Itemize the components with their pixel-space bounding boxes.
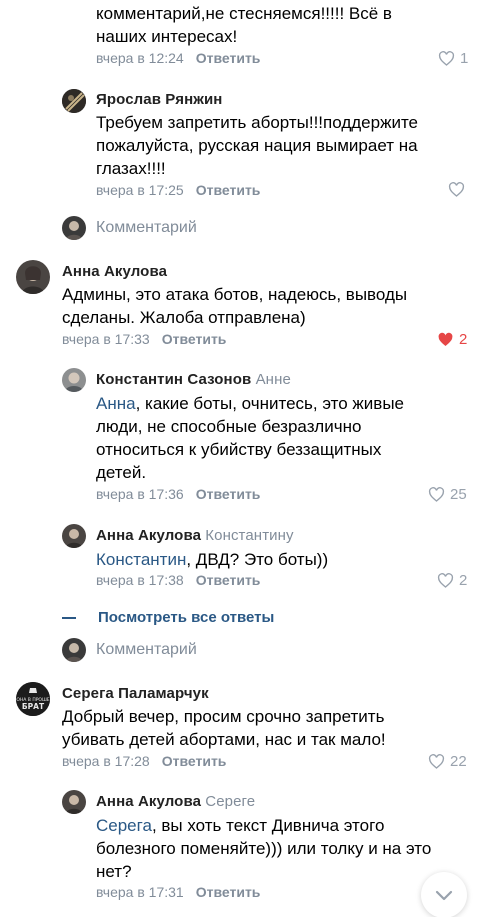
comment-time: вчера в 17:36	[96, 486, 184, 502]
heart-icon	[438, 51, 455, 66]
comment-author[interactable]: Анна Акулова	[62, 263, 167, 280]
comment-meta: вчера в 12:24 Ответить	[96, 50, 260, 66]
like-count: 25	[450, 486, 467, 503]
like-count: 22	[450, 753, 467, 770]
like-count: 2	[459, 572, 468, 589]
comment-meta: вчера в 17:36 Ответить	[96, 486, 260, 502]
like-count: 2	[459, 331, 468, 348]
comment-time: вчера в 17:38	[96, 572, 184, 588]
comment-author: Анна Акулова Сереге	[96, 793, 255, 810]
like-button[interactable]: 2	[437, 331, 467, 348]
chevron-down-icon	[435, 890, 453, 900]
comment-meta: вчера в 17:25 Ответить	[96, 182, 260, 198]
reply-to[interactable]: Константину	[205, 527, 293, 544]
reply-input[interactable]: Комментарий	[62, 638, 197, 662]
avatar[interactable]	[16, 260, 50, 294]
comment-meta: вчера в 17:31 Ответить	[96, 884, 260, 900]
comment-author: Константин Сазонов Анне	[96, 371, 291, 388]
reply-button[interactable]: Ответить	[196, 572, 261, 588]
comment-text: Требуем запретить аборты!!!поддержите по…	[96, 113, 418, 178]
reply-button[interactable]: Ответить	[196, 50, 261, 66]
mention-link[interactable]: Серега	[96, 816, 152, 835]
like-button[interactable]: 2	[437, 572, 467, 589]
heart-icon	[437, 573, 454, 588]
comment-text: комментарий,не стесняемся!!!!! Всё в наш…	[96, 4, 392, 46]
heart-icon	[428, 754, 445, 769]
comment-text: Константин, ДВД? Это боты))	[96, 550, 329, 569]
show-all-replies-button[interactable]: Посмотреть все ответы	[62, 609, 274, 626]
avatar[interactable]	[62, 368, 86, 392]
own-avatar	[62, 638, 86, 662]
avatar-image	[62, 89, 86, 113]
author-name[interactable]: Константин Сазонов	[96, 371, 251, 388]
comment-meta: вчера в 17:28 Ответить	[62, 753, 226, 769]
reply-button[interactable]: Ответить	[162, 331, 227, 347]
author-name[interactable]: Анна Акулова	[96, 527, 201, 544]
comment-time: вчера в 17:25	[96, 182, 184, 198]
comment-time: вчера в 17:28	[62, 753, 150, 769]
comment-text: Добрый вечер, просим срочно запретить уб…	[62, 707, 386, 749]
reply-input-placeholder: Комментарий	[96, 641, 197, 658]
reply-input-placeholder: Комментарий	[96, 219, 197, 236]
dash-icon	[62, 616, 76, 619]
comment-author[interactable]: Ярослав Рянжин	[96, 91, 222, 108]
author-name[interactable]: Анна Акулова	[96, 793, 201, 810]
own-avatar	[62, 216, 86, 240]
avatar[interactable]	[62, 790, 86, 814]
reply-button[interactable]: Ответить	[162, 753, 227, 769]
like-button[interactable]: 25	[428, 486, 467, 503]
heart-icon	[428, 487, 445, 502]
avatar[interactable]	[62, 524, 86, 548]
heart-icon	[438, 332, 453, 346]
reply-to[interactable]: Анне	[256, 371, 291, 388]
avatar-logo-text: БРАТ	[22, 702, 45, 711]
comment-author: Анна Акулова Константину	[96, 527, 294, 544]
show-all-replies-label: Посмотреть все ответы	[98, 609, 275, 626]
like-count: 1	[460, 50, 469, 67]
mention-link[interactable]: Константин	[96, 550, 186, 569]
like-button[interactable]: 1	[438, 50, 468, 67]
avatar[interactable]	[62, 89, 86, 113]
comment-author[interactable]: Серега Паламарчук	[62, 685, 209, 702]
like-button[interactable]: 22	[428, 753, 467, 770]
comment-text: Админы, это атака ботов, надеюсь, выводы…	[62, 285, 408, 327]
comment-meta: вчера в 17:33 Ответить	[62, 331, 226, 347]
reply-to[interactable]: Сереге	[205, 793, 255, 810]
scroll-down-button[interactable]	[421, 872, 467, 917]
comment-meta: вчера в 17:38 Ответить	[96, 572, 260, 588]
mention-link[interactable]: Анна	[96, 394, 136, 413]
heart-icon	[448, 182, 465, 197]
like-button[interactable]	[448, 182, 465, 197]
reply-button[interactable]: Ответить	[196, 486, 261, 502]
reply-input[interactable]: Комментарий	[62, 216, 197, 240]
avatar[interactable]: ОНА В ПРОШЕ БРАТ	[16, 682, 50, 716]
comment-time: вчера в 17:33	[62, 331, 150, 347]
comment-text: Анна, какие боты, очнитесь, это живые лю…	[96, 394, 404, 482]
comment-text: Серега, вы хоть текст Дивнича этого боле…	[96, 816, 432, 881]
reply-button[interactable]: Ответить	[196, 884, 261, 900]
reply-button[interactable]: Ответить	[196, 182, 261, 198]
comment-time: вчера в 17:31	[96, 884, 184, 900]
comment-time: вчера в 12:24	[96, 50, 184, 66]
